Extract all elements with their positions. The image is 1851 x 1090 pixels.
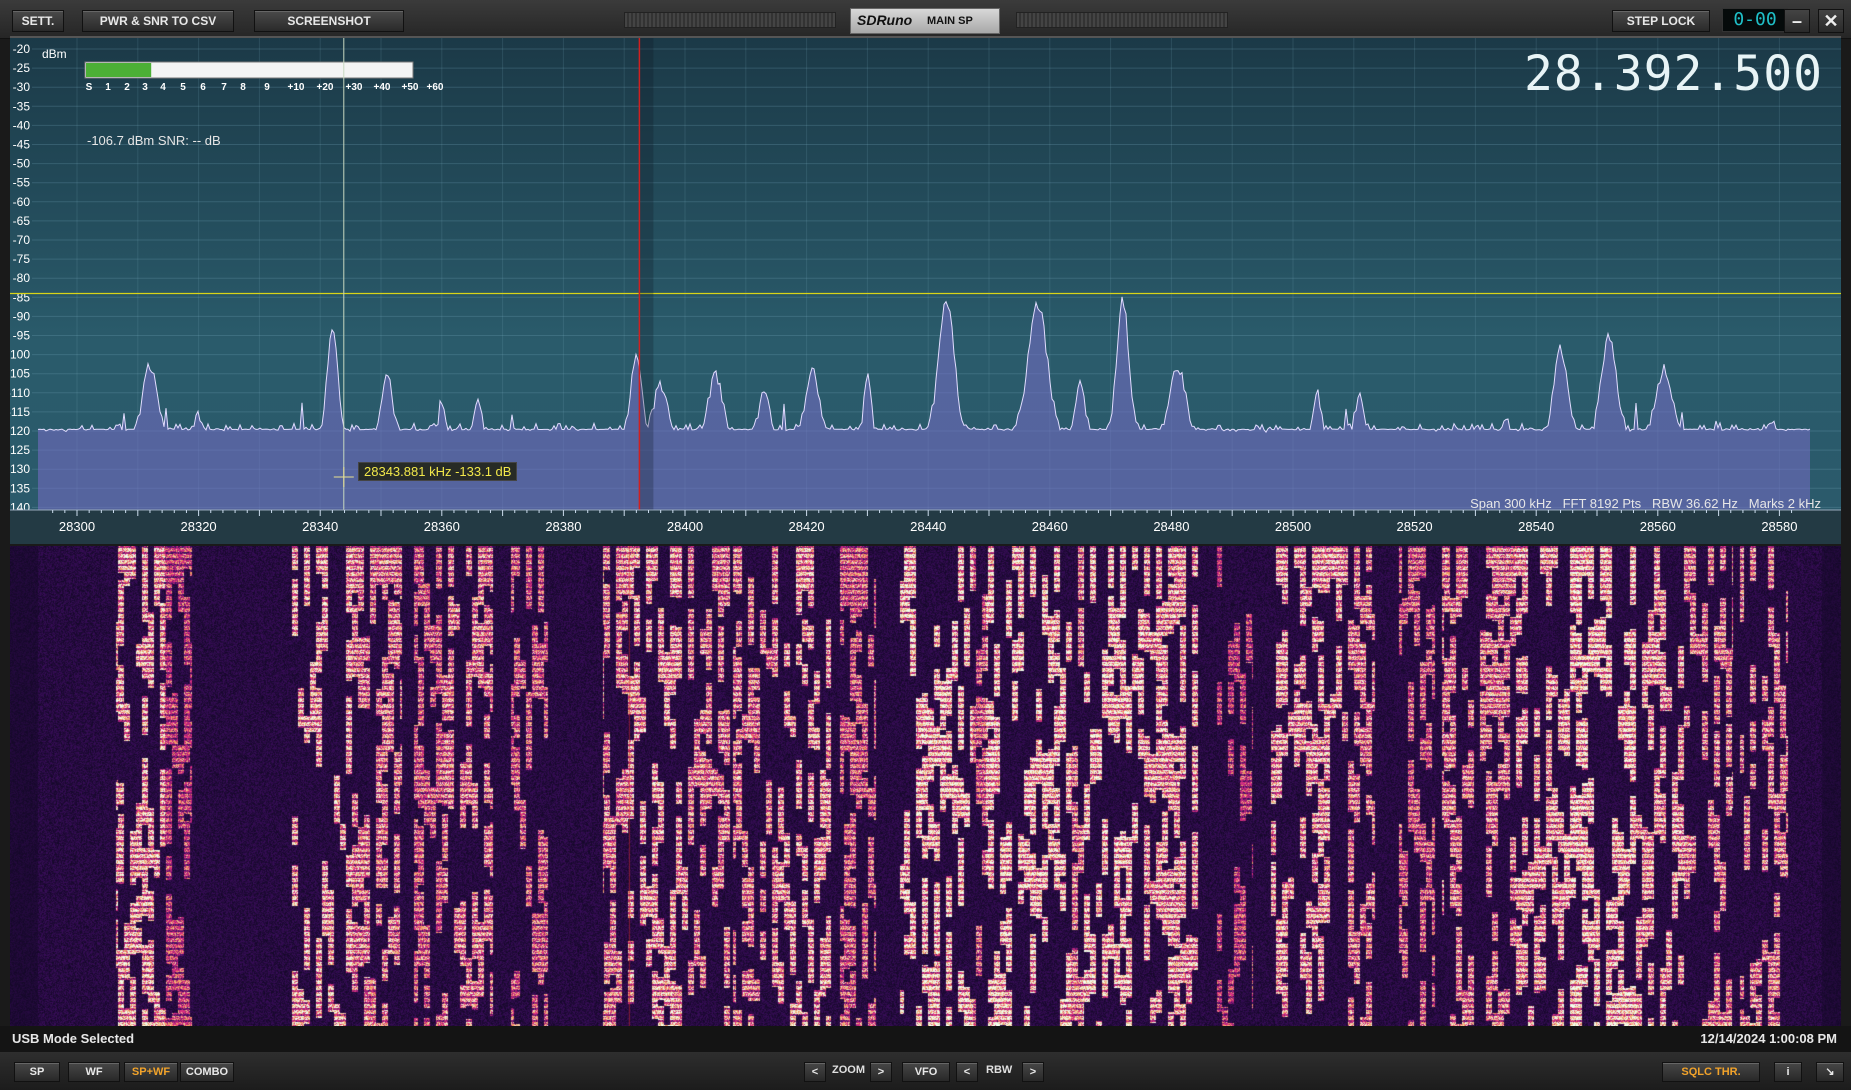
window-title: SDRuno MAIN SP: [850, 8, 1000, 34]
step-lock-button[interactable]: STEP LOCK: [1612, 10, 1710, 32]
x-tick-label: 28380: [545, 519, 581, 534]
screenshot-button[interactable]: SCREENSHOT: [254, 10, 404, 32]
y-tick-label: -130: [10, 462, 30, 476]
y-tick-label: -30: [13, 80, 31, 94]
s-meter-label: 9: [264, 82, 270, 93]
fft-stats: Span 300 kHz FFT 8192 Pts RBW 36.62 Hz M…: [1470, 496, 1821, 511]
x-tick-label: 28500: [1275, 519, 1311, 534]
spectrum-plot[interactable]: -20 -25 -30 -35 -40 -45 -50 -55 -60 -65 -70 -75 -80 -…: [10, 38, 1841, 544]
x-tick-label: 28320: [181, 519, 217, 534]
y-tick-label: -35: [13, 99, 31, 113]
settings-button[interactable]: SETT.: [12, 10, 64, 32]
y-tick-label: -110: [10, 386, 30, 400]
y-tick-label: -20: [13, 42, 31, 56]
y-tick-label: -55: [13, 176, 31, 190]
y-tick-label: -120: [10, 424, 30, 438]
cursor-tooltip: 28343.881 kHz -133.1 dB: [358, 462, 518, 481]
y-tick-label: -45: [13, 138, 31, 152]
s-meter-label: 7: [221, 82, 227, 93]
combo-button[interactable]: COMBO: [180, 1062, 234, 1082]
datetime-status: 12/14/2024 1:00:08 PM: [1700, 1031, 1837, 1046]
s-meter-label: +30: [346, 82, 363, 93]
x-tick-label: 28360: [424, 519, 460, 534]
bottom-toolbar: SP WF SP+WF COMBO < ZOOM > VFO < RBW > S…: [0, 1052, 1851, 1090]
s-meter-label: 5: [180, 82, 186, 93]
s-meter-label: +60: [427, 82, 444, 93]
y-tick-label: -50: [13, 157, 31, 171]
zoom-out-button[interactable]: <: [804, 1062, 826, 1082]
panel-name: MAIN SP: [927, 15, 973, 27]
vfo-button[interactable]: VFO: [902, 1062, 950, 1082]
title-bar: SETT. PWR & SNR TO CSV SCREENSHOT SDRuno…: [0, 0, 1851, 39]
rbw-down-button[interactable]: <: [956, 1062, 978, 1082]
sp-wf-button[interactable]: SP+WF: [124, 1062, 178, 1082]
wf-button[interactable]: WF: [68, 1062, 120, 1082]
y-tick-label: -135: [10, 481, 30, 495]
s-meter-label: S: [86, 82, 93, 93]
x-tick-label: 28540: [1518, 519, 1554, 534]
zoom-in-button[interactable]: >: [870, 1062, 892, 1082]
x-tick-label: 28300: [59, 519, 95, 534]
s-meter-label: 1: [105, 82, 111, 93]
rbw-label: RBW: [986, 1064, 1013, 1076]
waterfall-display[interactable]: [10, 546, 1841, 1026]
x-tick-label: 28560: [1640, 519, 1676, 534]
s-meter-label: +50: [402, 82, 419, 93]
zoom-label: ZOOM: [832, 1064, 865, 1076]
x-tick-label: 28440: [910, 519, 946, 534]
s-meter-label: 2: [124, 82, 130, 93]
spectrum-fill: [38, 296, 1810, 510]
x-tick-label: 28520: [1397, 519, 1433, 534]
close-icon[interactable]: ✕: [1818, 9, 1844, 33]
x-tick-label: 28400: [667, 519, 703, 534]
y-tick-label: -40: [13, 118, 31, 132]
y-tick-label: -25: [13, 61, 31, 75]
y-tick-label: -65: [13, 214, 31, 228]
s-meter-label: 3: [142, 82, 148, 93]
mode-status: USB Mode Selected: [12, 1031, 135, 1046]
x-tick-label: 28420: [789, 519, 825, 534]
y-tick-label: -90: [13, 309, 31, 323]
s-meter-label: +20: [317, 82, 334, 93]
x-tick-label: 28580: [1761, 519, 1797, 534]
rbw-up-button[interactable]: >: [1022, 1062, 1044, 1082]
y-tick-label: -80: [13, 271, 31, 285]
drag-grip-left[interactable]: [624, 12, 836, 28]
frequency-readout[interactable]: 28.392.500: [1524, 46, 1823, 102]
s-meter-fill: [86, 63, 152, 77]
s-meter-label: 4: [160, 82, 166, 93]
minimize-icon[interactable]: –: [1784, 9, 1810, 33]
s-meter-label: +10: [288, 82, 305, 93]
drag-grip-right[interactable]: [1016, 12, 1228, 28]
y-tick-label: -125: [10, 443, 30, 457]
app-name: SDRuno: [857, 12, 913, 28]
y-tick-label: -95: [13, 329, 31, 343]
y-tick-label: -85: [13, 290, 31, 304]
spectrum-display[interactable]: -20 -25 -30 -35 -40 -45 -50 -55 -60 -65 -70 -75 -80 -…: [10, 36, 1841, 544]
y-tick-label: -60: [13, 195, 31, 209]
sp-button[interactable]: SP: [14, 1062, 60, 1082]
level-snr-readout: -106.7 dBm SNR: -- dB: [87, 133, 221, 148]
s-meter-label: 8: [240, 82, 246, 93]
y-tick-label: -70: [13, 233, 31, 247]
y-tick-label: -100: [10, 348, 30, 362]
waterfall-canvas[interactable]: [10, 546, 1841, 1026]
y-tick-label: -105: [10, 367, 30, 381]
status-bar: USB Mode Selected 12/14/2024 1:00:08 PM: [0, 1026, 1851, 1052]
clock-display: 0-00: [1722, 8, 1788, 32]
x-tick-label: 28340: [302, 519, 338, 534]
x-tick-label: 28480: [1153, 519, 1189, 534]
info-button[interactable]: i: [1774, 1062, 1802, 1082]
s-meter-label: 6: [200, 82, 206, 93]
y-tick-label: -75: [13, 252, 31, 266]
y-tick-label: -115: [10, 405, 30, 419]
export-csv-button[interactable]: PWR & SNR TO CSV: [82, 10, 234, 32]
passband-shade: [639, 38, 654, 510]
s-meter-label: +40: [374, 82, 391, 93]
expand-icon[interactable]: ↘: [1816, 1062, 1844, 1082]
x-tick-label: 28460: [1032, 519, 1068, 534]
units-label: dBm: [42, 47, 67, 61]
sqlc-threshold-button[interactable]: SQLC THR.: [1662, 1062, 1760, 1082]
